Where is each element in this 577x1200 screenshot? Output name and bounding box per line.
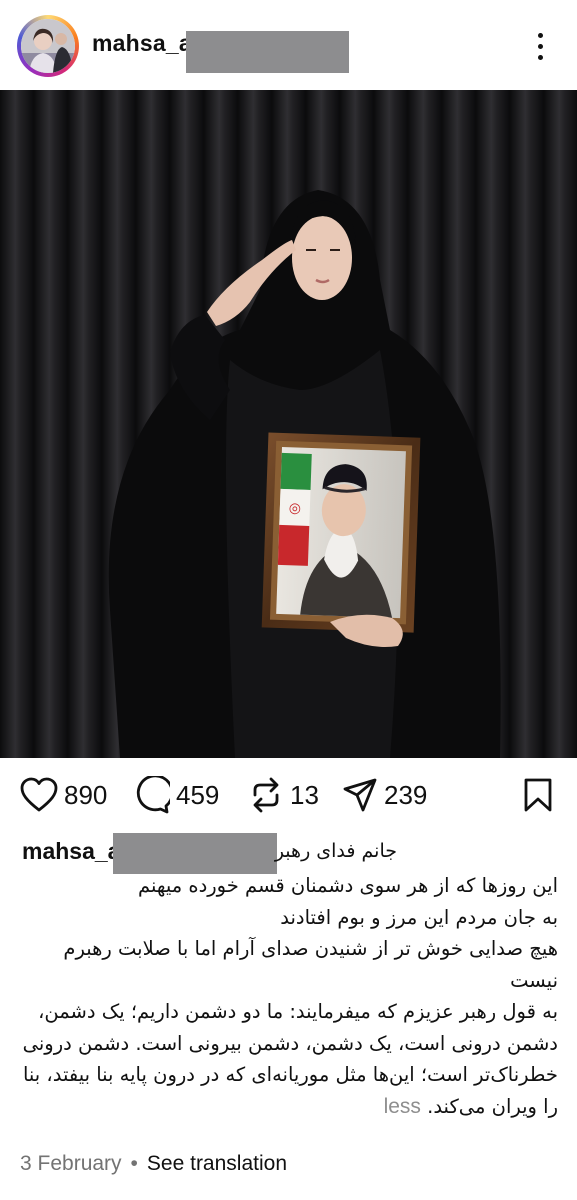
caption-line: این روزها که از هر سوی دشمنان قسم خورده … — [137, 874, 558, 897]
caption-username[interactable]: mahsa_a — [22, 838, 120, 865]
repost-count[interactable]: 13 — [290, 780, 319, 811]
redaction-box — [113, 833, 277, 874]
caption-line: هیچ صدایی خوش تر از شنیدن صدای آرام اما … — [63, 937, 558, 992]
comment-button[interactable]: 459 — [132, 776, 219, 814]
comment-icon — [136, 776, 170, 814]
save-button[interactable] — [522, 776, 554, 814]
like-count[interactable]: 890 — [64, 780, 107, 811]
caption-line: به قول رهبر عزیزم که میفرمایند: ما دو دش… — [20, 996, 558, 1122]
avatar-story-ring[interactable] — [17, 15, 79, 77]
caption-body: این روزها که از هر سوی دشمنان قسم خورده … — [20, 870, 558, 1122]
more-options-icon[interactable] — [527, 30, 555, 64]
post-header: mahsa_a — [0, 0, 577, 90]
share-button[interactable]: 239 — [342, 776, 427, 814]
caption-first-line: جانم فدای رهبر — [274, 840, 397, 862]
post-action-bar: 890 459 13 239 — [0, 770, 577, 820]
redaction-box — [186, 31, 349, 73]
post-footer: 3 February • See translation — [20, 1152, 287, 1176]
caption-line: به جان مردم این مرز و بوم افتادند — [280, 905, 558, 929]
avatar[interactable] — [21, 19, 75, 73]
share-count[interactable]: 239 — [384, 780, 427, 811]
see-translation-link[interactable]: See translation — [147, 1152, 287, 1175]
svg-text:◎: ◎ — [288, 500, 301, 516]
repost-icon — [253, 777, 279, 813]
header-username[interactable]: mahsa_a — [92, 30, 192, 57]
bookmark-icon — [524, 778, 552, 812]
like-button[interactable]: 890 — [20, 776, 107, 814]
caption-line-text: به قول رهبر عزیزم که میفرمایند: ما دو دش… — [22, 1000, 558, 1118]
post-date[interactable]: 3 February — [20, 1152, 122, 1175]
comment-count[interactable]: 459 — [176, 780, 219, 811]
repost-button[interactable]: 13 — [248, 776, 319, 814]
less-link[interactable]: less — [384, 1095, 421, 1118]
send-icon — [343, 778, 377, 812]
post-image[interactable]: ◎ — [0, 90, 577, 758]
heart-icon — [20, 777, 58, 812]
separator-dot: • — [130, 1152, 138, 1175]
